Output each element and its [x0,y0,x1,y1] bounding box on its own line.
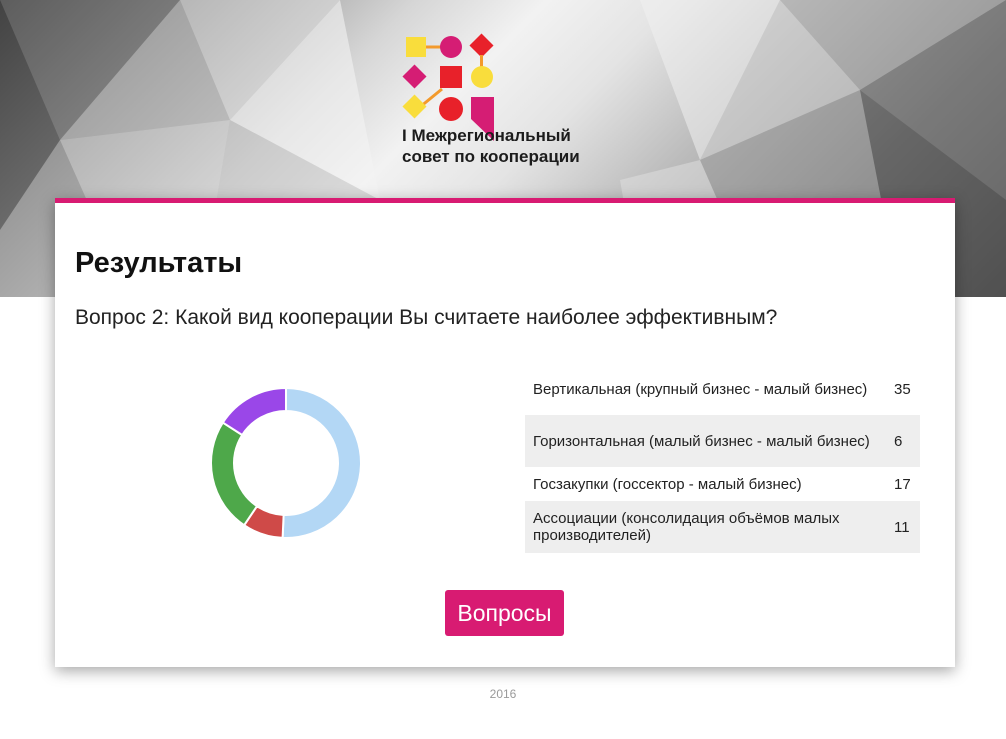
questions-button[interactable]: Вопросы [445,590,564,636]
option-count: 35 [894,380,911,398]
option-count: 6 [894,432,903,450]
results-row: Вертикальная (крупный бизнес - малый биз… [525,363,920,415]
results-donut-chart [211,388,361,538]
council-title-line2: совет по кооперации [402,147,580,166]
results-table: Вертикальная (крупный бизнес - малый биз… [525,363,920,553]
option-label: Горизонтальная (малый бизнес - малый биз… [533,432,870,450]
question-text: Вопрос 2: Какой вид кооперации Вы считае… [75,306,778,329]
option-label: Госзакупки (госсектор - малый бизнес) [533,475,802,493]
footer-year: 2016 [489,687,517,701]
option-count: 11 [894,518,910,536]
results-card: Результаты Вопрос 2: Какой вид коопераци… [55,198,955,667]
council-title: I Межрегиональный совет по кооперации [402,125,632,167]
donut-slice [211,421,259,527]
results-row: Горизонтальная (малый бизнес - малый биз… [525,415,920,467]
results-row: Госзакупки (госсектор - малый бизнес) 17 [525,467,920,501]
donut-slice [281,388,361,538]
option-label: Вертикальная (крупный бизнес - малый биз… [533,380,868,398]
results-row: Ассоциации (консолидация объёмов малых п… [525,501,920,553]
council-title-line1: I Межрегиональный [402,126,571,145]
option-count: 17 [894,475,911,493]
donut-slice [221,388,287,437]
option-label: Ассоциации (консолидация объёмов малых п… [533,510,840,544]
page-title: Результаты [75,247,243,279]
